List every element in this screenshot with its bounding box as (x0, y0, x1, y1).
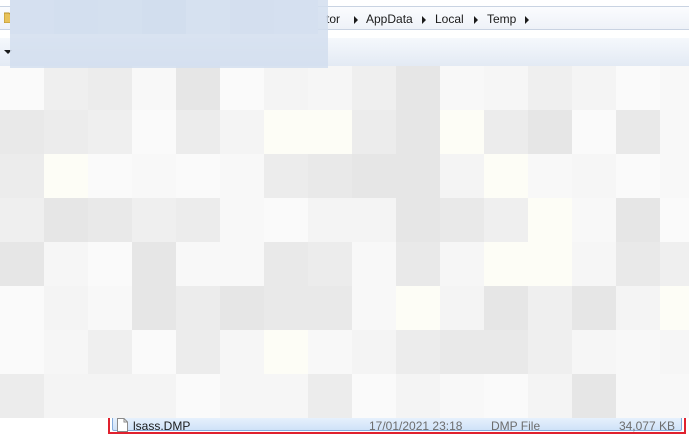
breadcrumb-chevron-icon[interactable] (354, 16, 358, 24)
file-size: 34,077 KB (618, 419, 675, 433)
breadcrumb-item-temp[interactable]: Temp (487, 12, 516, 26)
redacted-area (10, 0, 328, 68)
breadcrumb-chevron-icon[interactable] (422, 16, 426, 24)
breadcrumb-item[interactable]: tor (326, 12, 340, 26)
breadcrumb-chevron-icon[interactable] (474, 16, 478, 24)
breadcrumb-item-local[interactable]: Local (435, 12, 464, 26)
table-row[interactable]: lsass.DMP 17/01/2021 23:18 DMP File 34,0… (112, 415, 682, 433)
file-type: DMP File (491, 419, 541, 433)
breadcrumb-item-appdata[interactable]: AppData (366, 12, 413, 26)
file-name: lsass.DMP (133, 419, 191, 433)
breadcrumb-chevron-icon[interactable] (525, 16, 529, 24)
file-list[interactable]: lsass.DMP 17/01/2021 23:18 DMP File 34,0… (0, 66, 689, 444)
file-date-modified: 17/01/2021 23:18 (369, 419, 463, 433)
file-row-highlighted[interactable]: lsass.DMP 17/01/2021 23:18 DMP File 34,0… (108, 412, 686, 434)
document-icon (117, 418, 128, 432)
